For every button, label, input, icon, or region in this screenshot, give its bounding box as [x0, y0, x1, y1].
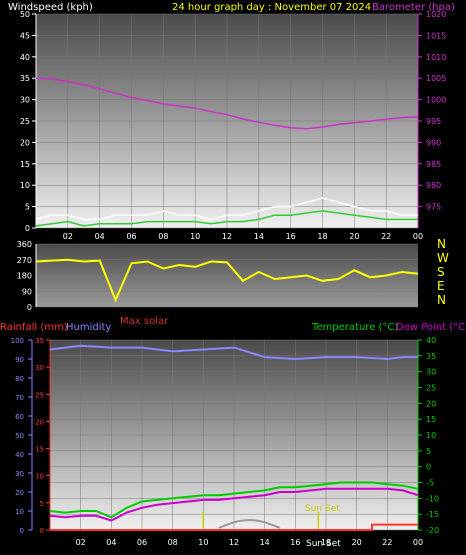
y-tick-label: 60 [15, 413, 24, 421]
x-tick-label: 22 [381, 232, 391, 241]
x-tick-label: 10 [190, 232, 200, 241]
y-tick-label: -20 [426, 526, 439, 535]
x-tick-label: 04 [95, 232, 105, 241]
y-tick-label: 35 [20, 74, 30, 83]
y-tick-label: 1020 [426, 10, 446, 19]
x-tick-label: 08 [158, 232, 168, 241]
dewpoint-axis-label: Dew Point (°C) [396, 322, 466, 333]
weather-graph: Windspeed (kph) 24 hour graph day : Nove… [0, 2, 466, 549]
y-tick-label: 80 [15, 375, 24, 383]
x-tick-label: 22 [382, 538, 392, 547]
y-tick-label: 1015 [426, 31, 446, 40]
compass-w: W [437, 251, 449, 265]
x-tick-label: 18 [317, 232, 327, 241]
compass-e: E [437, 279, 445, 293]
x-tick-label: 02 [76, 538, 86, 547]
y-tick-label: 1005 [426, 74, 446, 83]
y-tick-label: 10 [20, 181, 30, 190]
y-tick-label: 30 [15, 470, 24, 478]
y-tick-label: 0 [27, 303, 32, 312]
y-tick-label: 50 [20, 10, 30, 19]
x-tick-label: 12 [222, 232, 232, 241]
y-tick-label: 5 [426, 447, 431, 456]
x-tick-label: 14 [260, 538, 270, 547]
y-tick-label: 10 [426, 431, 436, 440]
y-tick-label: 40 [426, 336, 436, 345]
y-tick-label: 30 [35, 364, 44, 372]
y-tick-label: 0 [25, 224, 30, 233]
y-tick-label: 985 [426, 160, 441, 169]
x-tick-label: 00 [413, 538, 423, 547]
y-tick-label: 50 [15, 432, 24, 440]
y-tick-label: 0 [20, 527, 24, 535]
sunset-label-1: Sun Set [305, 504, 340, 514]
y-tick-label: 5 [25, 203, 30, 212]
x-tick-label: 00 [413, 232, 423, 241]
max-solar-label: Max solar [120, 316, 169, 327]
humidity-axis-label: Humidity [66, 322, 111, 333]
y-tick-label: -10 [426, 494, 439, 503]
y-tick-label: 90 [15, 356, 24, 364]
rainfall-axis-label: Rainfall (mm) [0, 322, 68, 333]
y-tick-label: 270 [17, 256, 32, 265]
y-tick-label: 25 [35, 391, 44, 399]
y-tick-label: 1010 [426, 53, 446, 62]
x-tick-label: 14 [254, 232, 264, 241]
x-tick-label: 10 [198, 538, 208, 547]
y-tick-label: 35 [35, 337, 44, 345]
y-tick-label: 990 [426, 138, 441, 147]
compass-s: S [437, 265, 445, 279]
y-tick-label: 5 [40, 500, 44, 508]
y-tick-label: -5 [426, 479, 434, 488]
temperature-axis-label: Temperature (°C) [311, 322, 398, 333]
y-tick-label: 25 [426, 384, 436, 393]
compass-n-top: N [437, 237, 446, 251]
y-tick-label: 90 [22, 287, 32, 296]
x-tick-label: 08 [168, 538, 178, 547]
y-tick-label: 975 [426, 203, 441, 212]
y-tick-label: 40 [20, 53, 30, 62]
y-tick-label: 15 [426, 415, 436, 424]
y-tick-label: 40 [15, 451, 24, 459]
y-tick-label: 20 [15, 489, 24, 497]
y-tick-label: 20 [20, 138, 30, 147]
x-tick-label: 02 [63, 232, 73, 241]
x-tick-label: 16 [290, 538, 300, 547]
y-tick-label: 15 [20, 160, 30, 169]
y-tick-label: 180 [17, 272, 32, 281]
sunset-label-2: Sun Set [306, 539, 341, 549]
y-tick-label: 995 [426, 117, 441, 126]
x-tick-label: 06 [137, 538, 147, 547]
x-tick-label: 04 [106, 538, 116, 547]
chart-title: 24 hour graph day : November 07 2024 [172, 2, 371, 13]
y-tick-label: 1000 [426, 96, 446, 105]
y-tick-label: -15 [426, 510, 439, 519]
x-tick-label: 20 [349, 232, 359, 241]
y-tick-label: 15 [35, 446, 44, 454]
y-tick-label: 35 [426, 352, 436, 361]
x-tick-label: 06 [126, 232, 136, 241]
y-tick-label: 360 [17, 240, 32, 249]
x-tick-label: 12 [229, 538, 239, 547]
y-tick-label: 10 [35, 473, 44, 481]
y-tick-label: 20 [426, 399, 436, 408]
y-tick-label: 70 [15, 394, 24, 402]
y-tick-label: 0 [40, 527, 44, 535]
x-tick-label: 16 [286, 232, 296, 241]
y-tick-label: 45 [20, 31, 30, 40]
y-tick-label: 25 [20, 117, 30, 126]
compass-n-bottom: N [437, 293, 446, 307]
y-tick-label: 980 [426, 181, 441, 190]
x-tick-label: 20 [352, 538, 362, 547]
y-tick-label: 0 [426, 463, 431, 472]
y-tick-label: 20 [35, 418, 44, 426]
y-tick-label: 30 [426, 368, 436, 377]
y-tick-label: 100 [11, 337, 24, 345]
y-tick-label: 30 [20, 96, 30, 105]
y-tick-label: 10 [15, 508, 24, 516]
